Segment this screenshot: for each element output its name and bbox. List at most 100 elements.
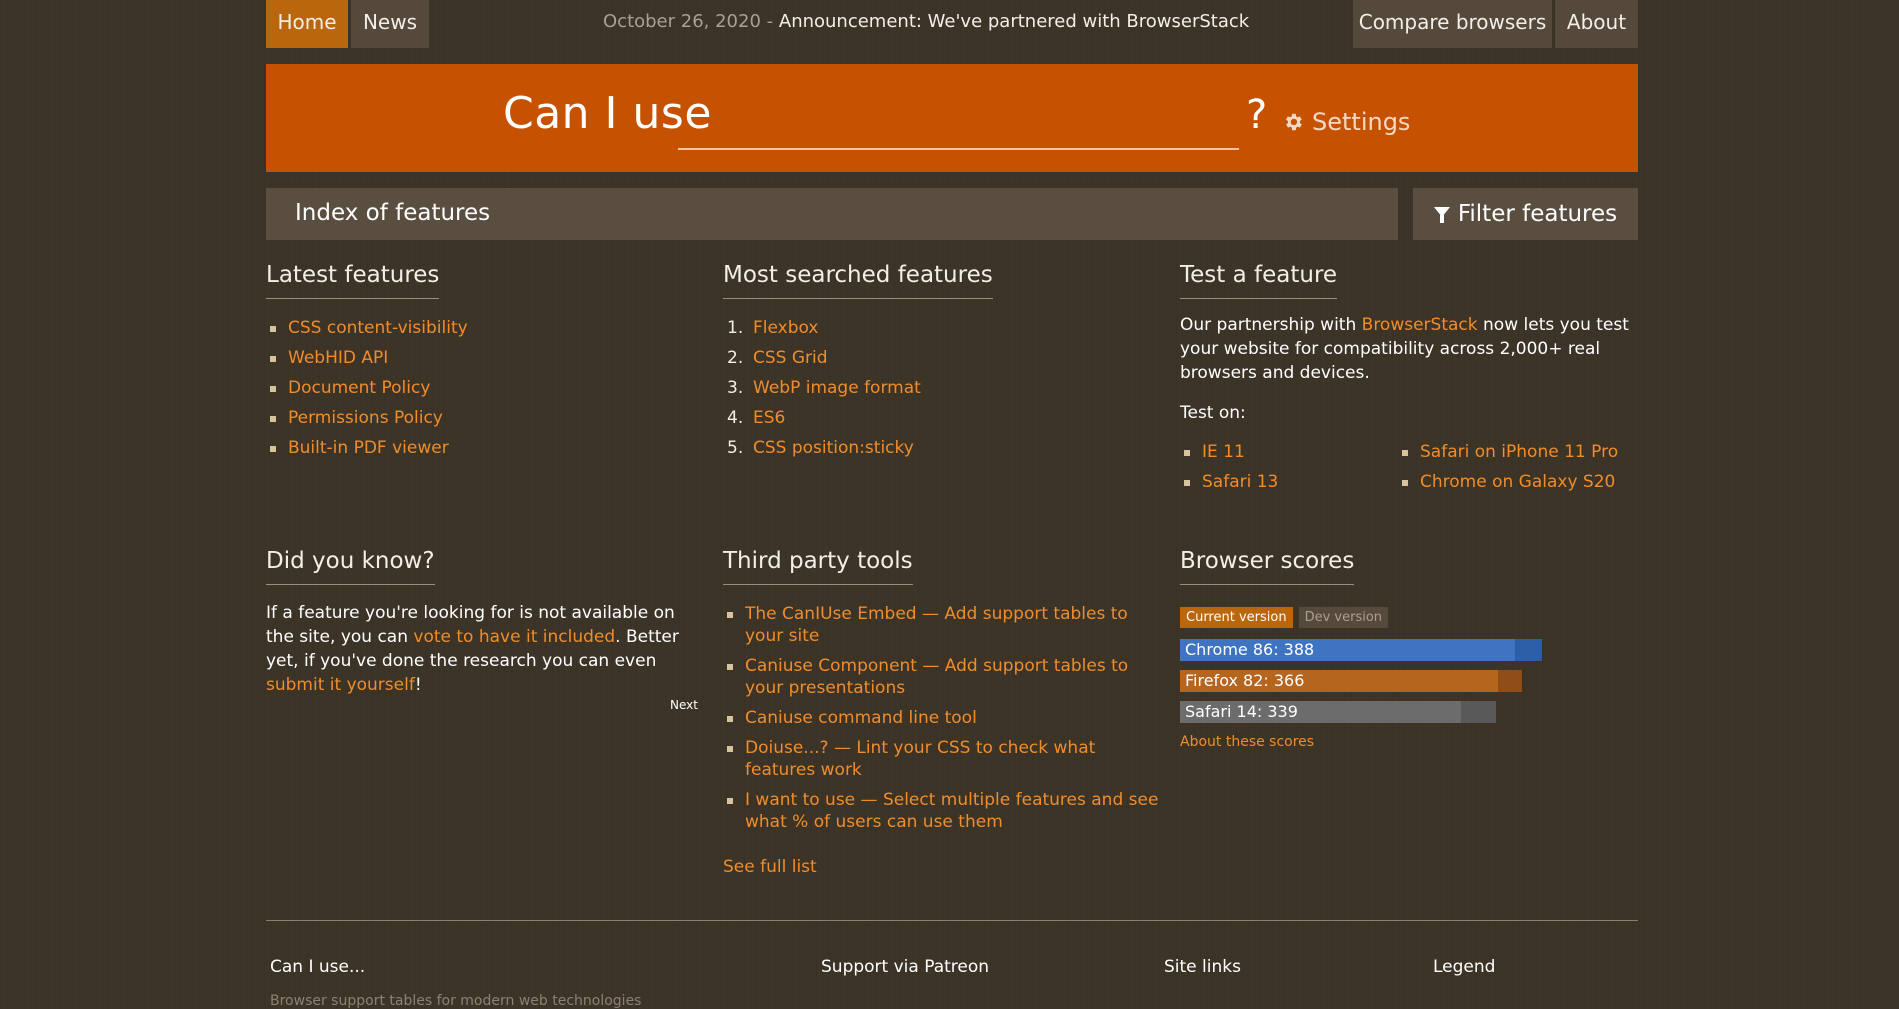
announcement-date: October 26, 2020 (603, 11, 761, 32)
test-list-right: Safari on iPhone 11 Pro Chrome on Galaxy… (1398, 441, 1618, 501)
tool-link[interactable]: Caniuse Component — Add support tables t… (745, 656, 1128, 698)
list-item: Permissions Policy (266, 407, 706, 429)
about-scores-link[interactable]: About these scores (1180, 734, 1314, 750)
feature-link[interactable]: ES6 (753, 407, 785, 429)
settings-label: Settings (1312, 108, 1411, 136)
list-item: Caniuse Component — Add support tables t… (723, 655, 1163, 699)
test-on-list: IE 11 Safari 13 Safari on iPhone 11 Pro … (1180, 441, 1640, 501)
list-item: Chrome on Galaxy S20 (1398, 471, 1618, 493)
top-nav: Home News October 26, 2020 - Announcemen… (266, 0, 1638, 48)
latest-features-heading: Latest features (266, 262, 440, 299)
list-item: 5. CSS position:sticky (723, 437, 1163, 459)
most-searched-list: 1. Flexbox 2. CSS Grid 3. WebP image format… (723, 317, 1163, 459)
third-party-heading: Third party tools (723, 548, 913, 585)
rank-number: 4. (727, 408, 744, 428)
announcement[interactable]: October 26, 2020 - Announcement: We've p… (603, 0, 1249, 44)
test-link-safari13[interactable]: Safari 13 (1202, 472, 1278, 492)
announcement-separator: - (760, 11, 779, 32)
about-scores-wrapper: About these scores (1180, 734, 1640, 750)
list-item: CSS content-visibility (266, 317, 706, 339)
filter-icon (1433, 207, 1450, 223)
third-party-section: Third party tools The CanIUse Embed — Ad… (723, 548, 1163, 877)
score-bar-label: Chrome 86: 388 (1185, 640, 1315, 659)
rank-number: 1. (727, 318, 744, 338)
list-item: Safari on iPhone 11 Pro (1398, 441, 1618, 463)
feature-link[interactable]: Document Policy (288, 378, 430, 398)
dyk-text-3: ! (414, 675, 422, 695)
question-mark: ? (1246, 92, 1268, 138)
tool-link[interactable]: Doiuse...? — Lint your CSS to check what… (745, 738, 1095, 780)
list-item: 4. ES6 (723, 407, 1163, 429)
test-feature-heading: Test a feature (1180, 262, 1338, 299)
test-link-safari-iphone[interactable]: Safari on iPhone 11 Pro (1420, 442, 1618, 462)
feature-link[interactable]: WebP image format (753, 377, 921, 399)
feature-link[interactable]: WebHID API (288, 348, 388, 368)
nav-about[interactable]: About (1555, 0, 1638, 48)
score-bars: Chrome 86: 388 Firefox 82: 366 Safari 14… (1180, 639, 1640, 723)
nav-news[interactable]: News (351, 0, 429, 48)
announcement-text[interactable]: Announcement: We've partnered with Brows… (779, 11, 1249, 32)
did-you-know-text: If a feature you're looking for is not a… (266, 601, 706, 697)
test-link-ie11[interactable]: IE 11 (1202, 442, 1245, 462)
tab-dev-version[interactable]: Dev version (1298, 607, 1389, 628)
score-bar-chrome: Chrome 86: 388 (1180, 639, 1640, 661)
list-item: Built-in PDF viewer (266, 437, 706, 459)
most-searched-heading: Most searched features (723, 262, 993, 299)
test-list-left: IE 11 Safari 13 (1180, 441, 1398, 501)
test-feature-section: Test a feature Our partnership with Brow… (1180, 262, 1640, 501)
did-you-know-heading: Did you know? (266, 548, 435, 585)
feature-link[interactable]: CSS content-visibility (288, 318, 468, 338)
list-item: Doiuse...? — Lint your CSS to check what… (723, 737, 1163, 781)
nav-home[interactable]: Home (266, 0, 348, 48)
list-item: Document Policy (266, 377, 706, 399)
browser-scores-section: Browser scores Current version Dev versi… (1180, 548, 1640, 750)
feature-search-input[interactable] (678, 94, 1239, 150)
feature-link[interactable]: CSS Grid (753, 347, 828, 369)
nav-compare-browsers[interactable]: Compare browsers (1353, 0, 1552, 48)
next-tip-button[interactable]: Next (670, 698, 698, 712)
tab-current-version[interactable]: Current version (1180, 607, 1293, 628)
feature-link[interactable]: Built-in PDF viewer (288, 438, 449, 458)
did-you-know-section: Did you know? If a feature you're lookin… (266, 548, 706, 718)
index-of-features-title: Index of features (295, 200, 491, 226)
feature-link[interactable]: Flexbox (753, 317, 818, 339)
tool-link[interactable]: The CanIUse Embed — Add support tables t… (745, 604, 1128, 646)
footer-divider (266, 920, 1638, 921)
settings-button[interactable]: Settings (1282, 108, 1410, 136)
latest-features-list: CSS content-visibility WebHID API Docume… (266, 317, 706, 459)
latest-features-section: Latest features CSS content-visibility W… (266, 262, 706, 467)
score-bar-label: Safari 14: 339 (1185, 702, 1298, 721)
list-item: 3. WebP image format (723, 377, 1163, 399)
test-feature-text: Our partnership with BrowserStack now le… (1180, 313, 1640, 385)
browserstack-link[interactable]: BrowserStack (1362, 315, 1478, 335)
rank-number: 5. (727, 438, 744, 458)
footer-patreon: Support via Patreon (821, 957, 990, 977)
vote-link[interactable]: vote to have it included (413, 627, 615, 647)
see-full-list-link[interactable]: See full list (723, 857, 817, 877)
feature-link[interactable]: Permissions Policy (288, 408, 443, 428)
test-link-chrome-galaxy[interactable]: Chrome on Galaxy S20 (1420, 472, 1615, 492)
footer-can-i-use: Can I use... (270, 957, 366, 977)
see-full-list-wrapper: See full list (723, 857, 1163, 877)
test-on-label: Test on: (1180, 403, 1246, 423)
index-of-features-bar[interactable]: Index of features (266, 188, 1398, 240)
tool-link[interactable]: Caniuse command line tool (745, 708, 977, 728)
list-item: Safari 13 (1180, 471, 1398, 493)
third-party-list: The CanIUse Embed — Add support tables t… (723, 603, 1163, 833)
list-item: Caniuse command line tool (723, 707, 1163, 729)
list-item: WebHID API (266, 347, 706, 369)
version-tabs: Current version Dev version (1180, 607, 1640, 628)
rank-number: 3. (727, 378, 744, 398)
list-item: 1. Flexbox (723, 317, 1163, 339)
list-item: The CanIUse Embed — Add support tables t… (723, 603, 1163, 647)
search-bar: Can I use ? Settings (266, 64, 1638, 172)
score-bar-safari: Safari 14: 339 (1180, 701, 1640, 723)
score-bar-firefox: Firefox 82: 366 (1180, 670, 1640, 692)
feature-link[interactable]: CSS position:sticky (753, 437, 914, 459)
list-item: 2. CSS Grid (723, 347, 1163, 369)
rank-number: 2. (727, 348, 744, 368)
submit-link[interactable]: submit it yourself (266, 675, 415, 695)
filter-features-button[interactable]: Filter features (1413, 188, 1638, 240)
test-text-before: Our partnership with (1180, 315, 1362, 335)
tool-link[interactable]: I want to use — Select multiple features… (745, 790, 1158, 832)
